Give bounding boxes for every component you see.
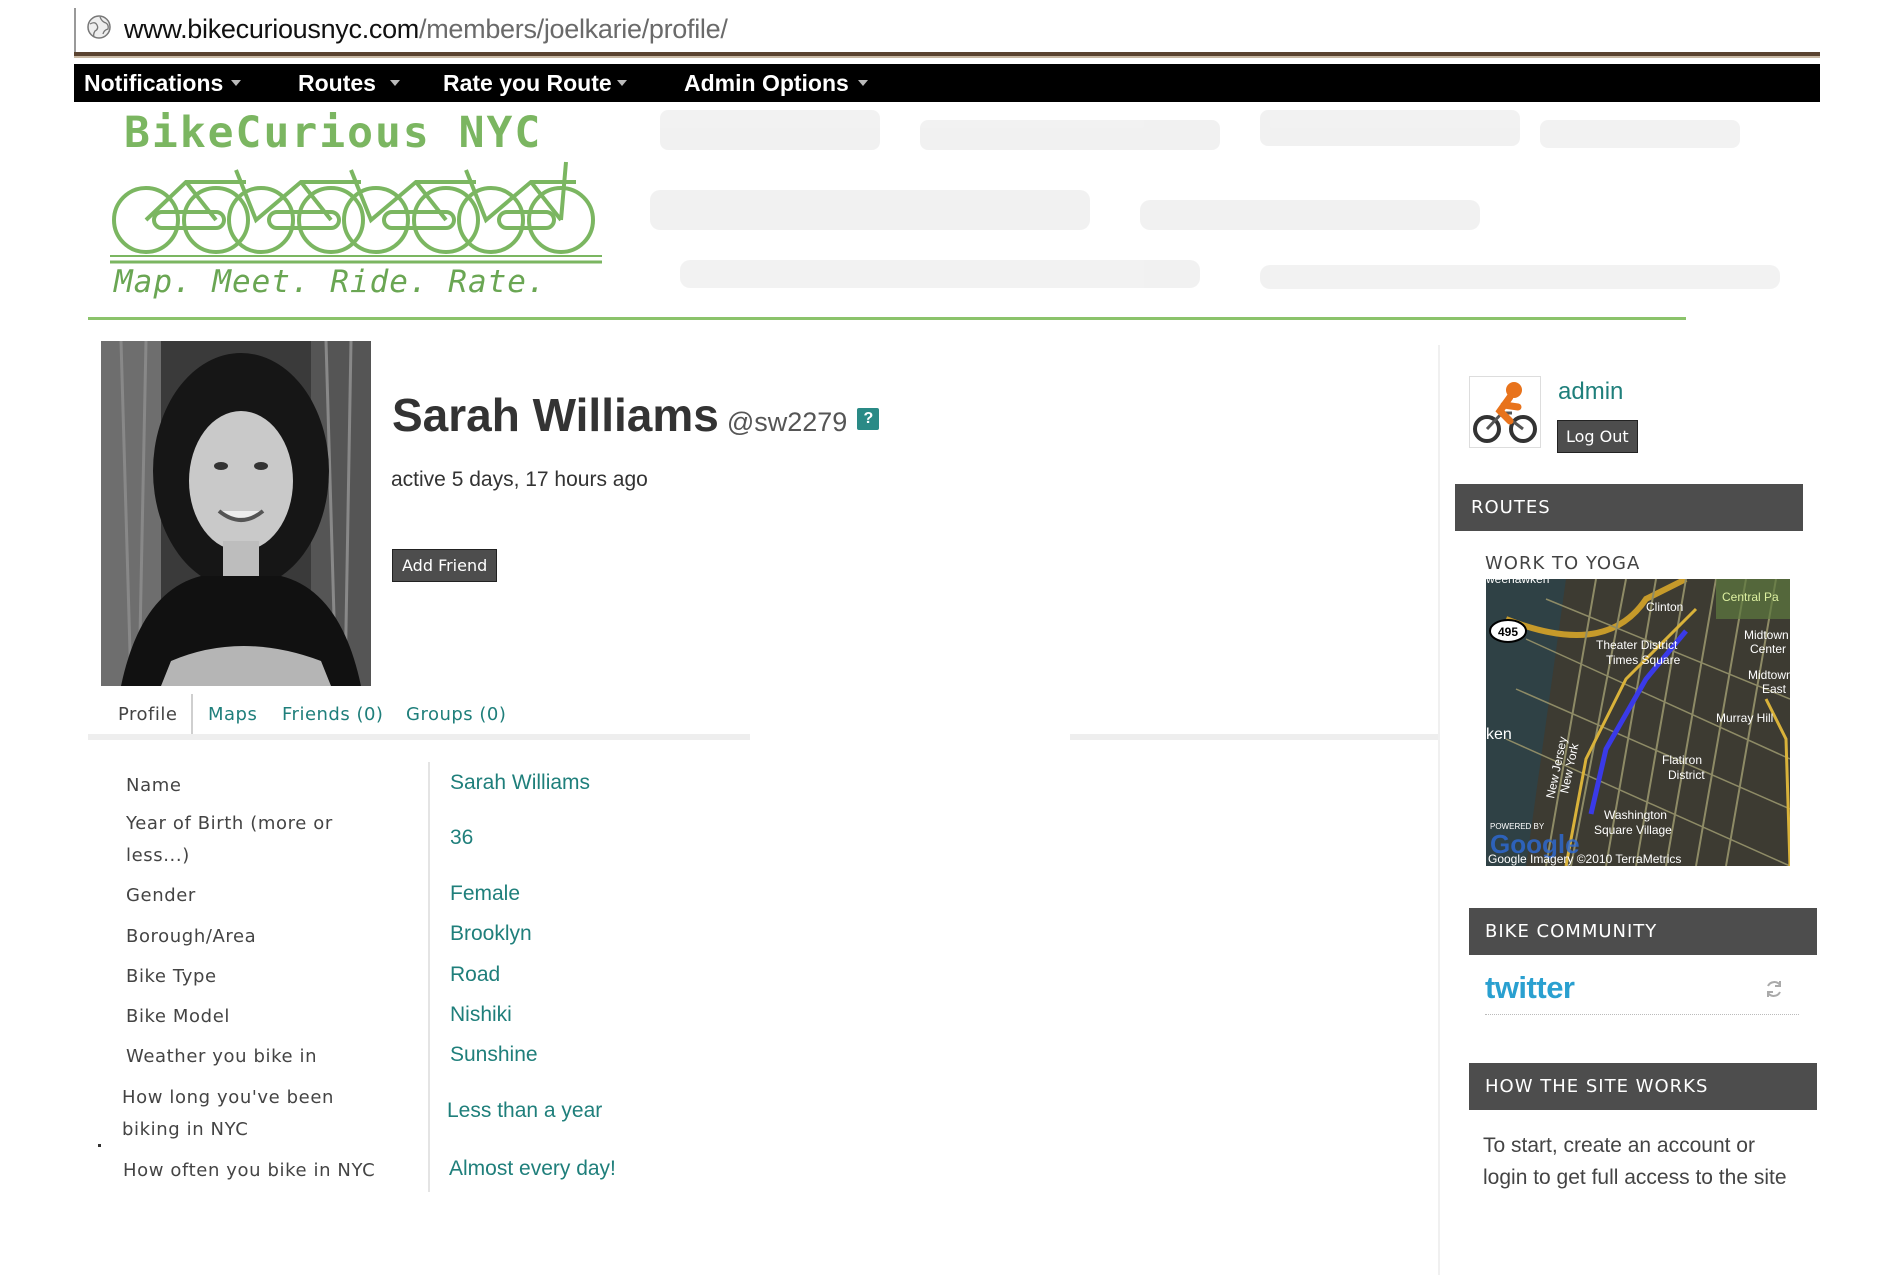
how-site-works-text: To start, create an account or login to … xyxy=(1483,1134,1787,1189)
dropdown-caret-icon xyxy=(616,80,627,87)
dropdown-caret-icon xyxy=(389,80,400,87)
map-label-theater: Theater District xyxy=(1596,638,1678,652)
map-label-flatiron-2: District xyxy=(1668,768,1705,782)
tabs-underline-right xyxy=(1070,734,1438,740)
map-label-midtown-east-1: Midtown xyxy=(1748,668,1790,682)
field-label-how-long: How long you've been biking in NYC xyxy=(122,1087,335,1140)
profile-fullname: Sarah Williams xyxy=(392,389,719,441)
nav-admin-options[interactable]: Admin Options xyxy=(684,64,868,102)
last-active-status: active 5 days, 17 hours ago xyxy=(391,468,648,491)
stray-dot xyxy=(98,1144,101,1147)
twitter-logo[interactable]: twitter xyxy=(1485,970,1575,1006)
map-label-flatiron-1: Flatiron xyxy=(1662,753,1702,767)
nav-notifications[interactable]: Notifications xyxy=(84,64,242,102)
tabs-underline xyxy=(88,734,750,740)
refresh-icon[interactable] xyxy=(1763,978,1785,1000)
address-bar-border-light xyxy=(74,56,1820,58)
nav-label: Routes xyxy=(298,70,376,96)
add-friend-button[interactable]: Add Friend xyxy=(392,549,498,582)
map-label-murray-hill: Murray Hill xyxy=(1716,711,1773,725)
bicycle-rider-icon[interactable] xyxy=(1469,376,1541,448)
field-value-borough[interactable]: Brooklyn xyxy=(450,922,532,946)
how-site-works-heading: HOW THE SITE WORKS xyxy=(1469,1063,1817,1110)
map-label-central-park: Central Pa xyxy=(1722,590,1779,604)
url-path: /members/joelkarie/profile/ xyxy=(419,14,728,44)
nav-label: Rate you Route xyxy=(443,70,612,96)
top-nav-bar: Notifications Routes Rate you Route Admi… xyxy=(74,64,1820,102)
sidebar-separator xyxy=(1438,345,1440,1275)
profile-avatar[interactable] xyxy=(101,341,371,686)
bicycles-logo-icon xyxy=(110,161,602,264)
map-label-midtown-1: Midtown xyxy=(1744,628,1789,642)
route-map[interactable]: 495 weehawken Central Pa Clinton Theater… xyxy=(1486,579,1790,866)
globe-icon xyxy=(87,15,111,39)
table-column-divider xyxy=(428,762,430,1192)
field-label-year-of-birth: Year of Birth (more or less...) xyxy=(126,813,333,866)
field-label-weather: Weather you bike in xyxy=(126,1046,318,1067)
field-label-gender: Gender xyxy=(126,885,196,906)
field-value-bike-type[interactable]: Road xyxy=(450,963,500,987)
tab-profile[interactable]: Profile xyxy=(104,694,194,736)
site-logo-title[interactable]: BikeCurious NYC xyxy=(124,108,542,158)
url-host: www.bikecuriousnyc.com xyxy=(124,14,420,44)
profile-handle: @sw2279 xyxy=(726,407,848,437)
route-title[interactable]: WORK TO YOGA xyxy=(1485,553,1640,574)
field-value-name[interactable]: Sarah Williams xyxy=(450,771,590,795)
current-user-link[interactable]: admin xyxy=(1558,378,1623,406)
field-value-weather[interactable]: Sunshine xyxy=(450,1043,538,1067)
map-label-midtown-2: Center xyxy=(1750,642,1786,656)
routes-widget-heading: ROUTES xyxy=(1455,484,1803,531)
nav-rate-route[interactable]: Rate you Route xyxy=(443,64,627,102)
map-label-ken: ken xyxy=(1486,726,1512,743)
map-label-weehawken: weehawken xyxy=(1486,579,1549,586)
nav-routes[interactable]: Routes xyxy=(298,64,400,102)
dropdown-caret-icon xyxy=(231,80,242,87)
help-icon[interactable]: ? xyxy=(857,407,880,430)
banner-divider xyxy=(88,317,1686,320)
tab-maps[interactable]: Maps xyxy=(208,694,257,736)
map-label-washington-2: Square Village xyxy=(1594,823,1672,837)
site-tagline: Map. Meet. Ride. Rate. xyxy=(114,264,547,300)
profile-name: Sarah Williams @sw2279? xyxy=(392,388,880,442)
field-label-how-often: How often you bike in NYC xyxy=(123,1160,376,1181)
dropdown-caret-icon xyxy=(857,80,868,87)
tab-groups[interactable]: Groups (0) xyxy=(406,694,506,736)
nav-label: Notifications xyxy=(84,70,224,96)
banner-background-image xyxy=(650,110,1780,289)
log-out-button[interactable]: Log Out xyxy=(1557,420,1638,453)
field-label-borough: Borough/Area xyxy=(126,926,257,947)
bike-community-heading: BIKE COMMUNITY xyxy=(1469,908,1817,955)
map-label-midtown-east-2: East xyxy=(1762,682,1787,696)
map-label-washington-1: Washington xyxy=(1604,808,1667,822)
field-value-gender[interactable]: Female xyxy=(450,882,520,906)
field-label-bike-model: Bike Model xyxy=(126,1006,230,1027)
address-url[interactable]: www.bikecuriousnyc.com/members/joelkarie… xyxy=(124,14,728,44)
map-attribution: Google Imagery ©2010 TerraMetrics xyxy=(1488,852,1681,866)
field-label-bike-type: Bike Type xyxy=(126,966,217,987)
field-value-how-often[interactable]: Almost every day! xyxy=(449,1157,616,1181)
twitter-divider xyxy=(1485,1014,1799,1015)
map-label-times-square: Times Square xyxy=(1606,653,1681,667)
map-label-495: 495 xyxy=(1498,625,1518,639)
nav-label: Admin Options xyxy=(684,70,849,96)
map-label-clinton: Clinton xyxy=(1646,600,1683,614)
tab-friends[interactable]: Friends (0) xyxy=(282,694,383,736)
route-map-image: 495 weehawken Central Pa Clinton Theater… xyxy=(1486,579,1790,866)
field-value-bike-model[interactable]: Nishiki xyxy=(450,1003,512,1027)
field-value-year-of-birth[interactable]: 36 xyxy=(450,826,473,850)
profile-photo xyxy=(101,341,371,686)
field-value-how-long[interactable]: Less than a year xyxy=(447,1099,602,1123)
field-label-name: Name xyxy=(126,775,182,796)
